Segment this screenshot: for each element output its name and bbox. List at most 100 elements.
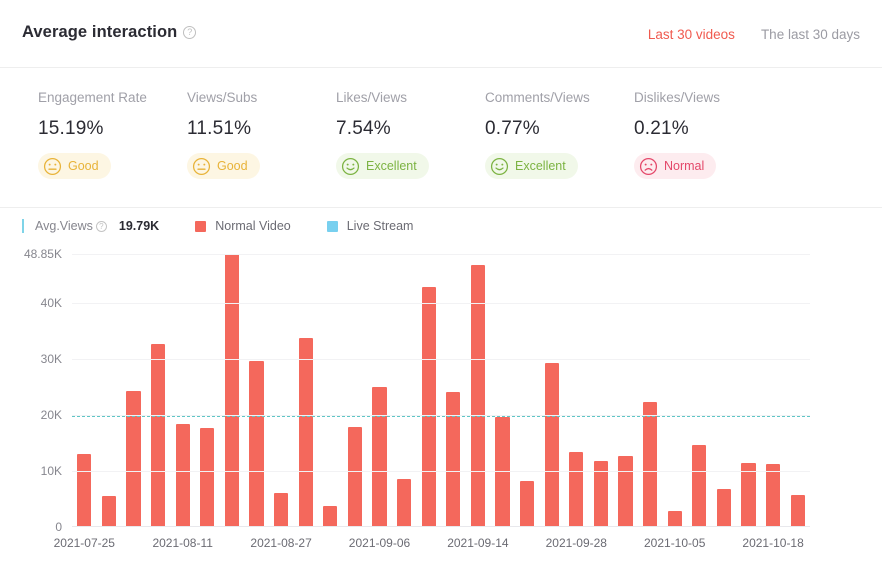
metric-label: Engagement Rate: [38, 90, 147, 105]
x-axis-labels: 2021-07-25 2021-08-11 2021-08-27 2021-09-06…: [54, 527, 810, 557]
metric-label: Views/Subs: [187, 90, 258, 105]
metric-label: Dislikes/Views: [634, 90, 721, 105]
x-axis-tick-label: 2021-09-28: [545, 536, 607, 550]
bar[interactable]: [150, 344, 166, 527]
status-badge-label: Excellent: [366, 159, 417, 173]
x-axis-tick-label: 2021-07-25: [53, 536, 115, 550]
bar[interactable]: [200, 428, 215, 527]
metric-label: Likes/Views: [336, 90, 408, 105]
y-axis-tick-label: 48.85K: [23, 247, 62, 261]
y-axis-tick-label: 40K: [40, 296, 62, 311]
avg-views-marker: [22, 219, 24, 233]
x-axis-tick-label: 2021-09-14: [447, 536, 509, 550]
bar[interactable]: [642, 401, 658, 527]
gridline: [72, 303, 810, 305]
bar[interactable]: [249, 361, 264, 527]
legend-item-label: Live Stream: [346, 219, 414, 233]
bar[interactable]: [692, 445, 707, 527]
bar[interactable]: [446, 392, 461, 527]
avg-views-value: 19.79K: [118, 219, 160, 233]
tab-last-30-days[interactable]: The last 30 days: [761, 27, 860, 42]
bar-series-normal-video: [72, 254, 810, 527]
bar[interactable]: [126, 390, 141, 527]
page-title-text: Average interaction: [22, 23, 178, 41]
legend-item-live-stream[interactable]: Live Stream: [326, 219, 414, 233]
bar[interactable]: [175, 423, 190, 527]
bar[interactable]: [396, 478, 412, 527]
metric-dislikes-views: Dislikes/Views 0.21% Normal: [634, 90, 783, 181]
y-axis-tick-label: 0: [55, 520, 62, 534]
status-badge: Normal: [634, 153, 717, 179]
status-badge: Excellent: [336, 153, 429, 179]
metric-value: 0.21%: [634, 118, 689, 139]
bar[interactable]: [347, 426, 363, 527]
bar[interactable]: [101, 496, 117, 527]
chart-area: 2021-07-25 2021-08-11 2021-08-27 2021-09-06…: [0, 244, 882, 584]
bar[interactable]: [519, 481, 535, 527]
x-axis-tick-label: 2021-09-06: [348, 536, 411, 550]
metric-comments-views: Comments/Views 0.77% Excellent: [485, 90, 634, 181]
metrics-section: Engagement Rate 15.19% Good Views/Subs 1…: [0, 68, 882, 208]
bar[interactable]: [790, 494, 805, 527]
bar[interactable]: [372, 387, 387, 527]
sad-face-icon: [639, 157, 658, 175]
x-axis-tick-label: 2021-08-27: [250, 536, 312, 550]
metric-label: Comments/Views: [485, 90, 590, 105]
y-axis-tick-label: 30K: [40, 352, 62, 367]
smiley-face-icon: [341, 157, 360, 175]
bar[interactable]: [618, 456, 633, 527]
bar[interactable]: [298, 338, 313, 527]
status-badge-label: Excellent: [515, 159, 566, 173]
tab-last-30-videos[interactable]: Last 30 videos: [648, 27, 735, 42]
status-badge: Good: [187, 153, 260, 179]
metrics-row: Engagement Rate 15.19% Good Views/Subs 1…: [0, 90, 882, 181]
bar[interactable]: [77, 454, 92, 527]
page-title: Average interaction?: [22, 23, 197, 42]
legend-item-label: Normal Video: [215, 219, 291, 233]
status-badge-label: Good: [217, 159, 248, 173]
x-axis-tick-label: 2021-08-11: [152, 536, 213, 550]
metric-value: 7.54%: [336, 118, 391, 139]
bar[interactable]: [716, 489, 732, 527]
y-axis-tick-label: 20K: [40, 408, 62, 423]
metric-likes-views: Likes/Views 7.54% Excellent: [336, 90, 485, 181]
bar[interactable]: [224, 254, 240, 527]
gridline: [72, 254, 810, 255]
chart-legend: Avg.Views ? 19.79K Normal Video Live Str…: [0, 208, 882, 244]
metric-views-subs: Views/Subs 11.51% Good: [187, 90, 336, 181]
smiley-face-icon: [490, 157, 509, 175]
x-axis-tick-label: 2021-10-18: [742, 536, 804, 550]
x-axis-tick-label: 2021-10-05: [643, 536, 706, 550]
live-stream-swatch: [326, 220, 338, 232]
question-circle-icon[interactable]: ?: [95, 220, 107, 232]
metric-value: 0.77%: [485, 118, 540, 139]
bar[interactable]: [741, 463, 756, 527]
avg-views-label: Avg.Views: [35, 219, 93, 233]
gridline: [72, 471, 810, 473]
metric-value: 11.51%: [187, 118, 252, 139]
average-views-line: [72, 416, 810, 418]
normal-video-swatch: [195, 220, 207, 232]
status-badge-label: Normal: [664, 159, 705, 173]
bar[interactable]: [495, 417, 510, 527]
neutral-face-icon: [43, 157, 62, 175]
bar[interactable]: [421, 286, 436, 527]
status-badge: Good: [38, 153, 111, 179]
status-badge: Excellent: [485, 153, 578, 179]
bar[interactable]: [544, 363, 559, 527]
bar[interactable]: [273, 493, 289, 527]
bar[interactable]: [667, 511, 682, 527]
metric-value: 15.19%: [38, 118, 104, 139]
bar[interactable]: [765, 463, 781, 527]
legend-item-normal-video[interactable]: Normal Video: [195, 219, 291, 233]
panel-header: Average interaction? Last 30 videos The …: [0, 0, 882, 68]
bar[interactable]: [569, 452, 584, 527]
bar[interactable]: [470, 265, 486, 527]
neutral-face-icon: [192, 157, 211, 175]
bar-chart-plot: 2021-07-25 2021-08-11 2021-08-27 2021-09-06…: [24, 247, 810, 550]
bar[interactable]: [323, 506, 338, 527]
gridline: [72, 359, 810, 361]
y-axis-tick-label: 10K: [40, 464, 62, 479]
gridline: [72, 527, 810, 528]
question-circle-icon[interactable]: ?: [183, 26, 197, 39]
